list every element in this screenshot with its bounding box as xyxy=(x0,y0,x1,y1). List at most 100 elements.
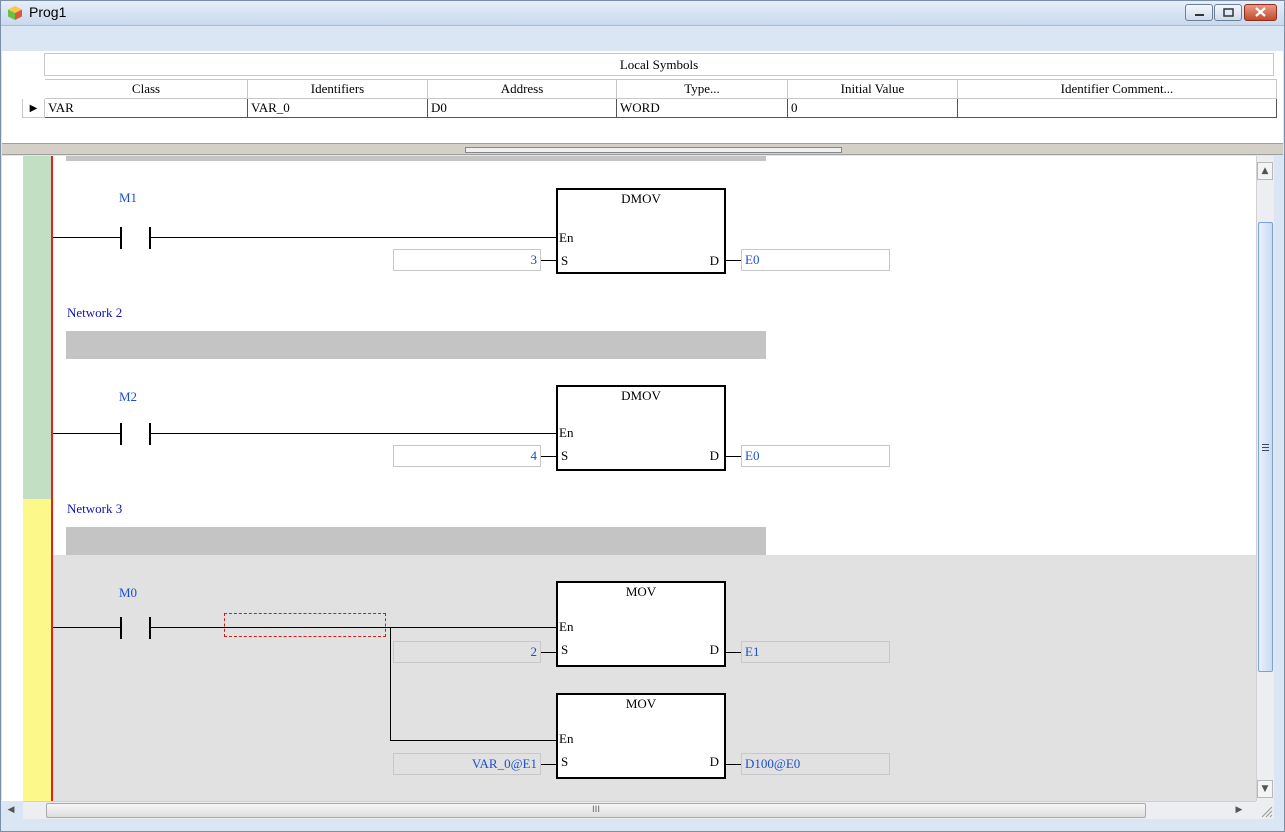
pin-en: En xyxy=(559,731,574,746)
pin-wire xyxy=(541,456,556,457)
cell-initial-value[interactable]: 0 xyxy=(787,98,958,118)
cell-comment[interactable] xyxy=(957,98,1277,118)
rung-gutter xyxy=(2,156,23,801)
function-block-name: DMOV xyxy=(621,191,661,206)
left-power-rail xyxy=(51,156,53,801)
operand-d-input[interactable]: D100@E0 xyxy=(741,753,890,775)
grip-icon xyxy=(1262,444,1269,451)
cell-address[interactable]: D0 xyxy=(427,98,617,118)
operand-s-input[interactable]: 2 xyxy=(393,641,541,663)
pin-wire xyxy=(726,260,741,261)
operand-s-input[interactable]: 3 xyxy=(393,249,541,271)
scroll-up-icon[interactable]: ▲ xyxy=(1257,162,1273,180)
vertical-scroll-thumb[interactable] xyxy=(1258,222,1273,672)
contact-m2-right[interactable] xyxy=(149,423,151,445)
pin-s: S xyxy=(561,642,569,657)
splitter-grip[interactable] xyxy=(465,147,842,161)
panel-splitter[interactable] xyxy=(2,143,1283,161)
column-header-type[interactable]: Type... xyxy=(616,79,788,99)
function-block-dmov-1[interactable]: DMOV En S D xyxy=(556,188,726,274)
table-header-row: Class Identifiers Address Type... Initia… xyxy=(22,79,1277,99)
column-header-address[interactable]: Address xyxy=(427,79,617,99)
function-block-name: DMOV xyxy=(621,388,661,403)
rung-wire xyxy=(53,237,120,238)
operand-s-input[interactable]: 4 xyxy=(393,445,541,467)
pin-d: D xyxy=(709,448,719,463)
branch-wire xyxy=(390,627,391,741)
rung-wire xyxy=(151,237,557,238)
pin-wire xyxy=(726,652,741,653)
edit-cursor[interactable] xyxy=(224,613,386,637)
contact-m0-right[interactable] xyxy=(149,617,151,639)
local-symbols-table: Class Identifiers Address Type... Initia… xyxy=(22,79,1277,118)
column-header-identifier-comment[interactable]: Identifier Comment... xyxy=(957,79,1277,99)
pin-s: S xyxy=(561,253,569,268)
scroll-left-icon[interactable]: ◀ xyxy=(3,802,19,820)
rung-wire xyxy=(53,627,120,628)
close-button[interactable] xyxy=(1244,4,1277,21)
maximize-icon xyxy=(1223,8,1234,17)
vertical-scrollbar[interactable]: ▲ ▼ xyxy=(1256,156,1274,801)
row-selector-header xyxy=(22,79,45,99)
function-block-mov-2[interactable]: MOV En S D xyxy=(556,693,726,779)
pin-wire xyxy=(541,260,556,261)
operand-d-input[interactable]: E0 xyxy=(741,249,890,271)
contact-label-m2[interactable]: M2 xyxy=(119,389,137,405)
operand-d-input[interactable]: E1 xyxy=(741,641,890,663)
operand-d-input[interactable]: E0 xyxy=(741,445,890,467)
cell-type[interactable]: WORD xyxy=(616,98,788,118)
pin-s: S xyxy=(561,448,569,463)
operand-s-input[interactable]: VAR_0@E1 xyxy=(393,753,541,775)
network-2-comment-bar[interactable] xyxy=(66,331,766,359)
network-3-comment-bar[interactable] xyxy=(66,527,766,555)
pin-wire xyxy=(541,764,556,765)
title-bar[interactable]: Prog1 xyxy=(1,1,1284,26)
resize-grip-icon[interactable] xyxy=(1256,801,1274,819)
column-header-identifiers[interactable]: Identifiers xyxy=(247,79,428,99)
modified-network-marker xyxy=(23,499,51,801)
column-header-class[interactable]: Class xyxy=(44,79,248,99)
scroll-right-icon[interactable]: ▶ xyxy=(1231,802,1247,820)
rung-wire xyxy=(53,433,120,434)
network-3-label[interactable]: Network 3 xyxy=(67,501,122,517)
pin-en: En xyxy=(559,425,574,440)
pin-wire xyxy=(726,764,741,765)
cell-class[interactable]: VAR xyxy=(44,98,248,118)
rung-wire xyxy=(151,433,557,434)
contact-label-m1[interactable]: M1 xyxy=(119,190,137,206)
contact-m0-left[interactable] xyxy=(120,617,122,639)
pin-wire xyxy=(726,456,741,457)
network-1-comment-bar[interactable] xyxy=(66,156,766,161)
contact-m2-left[interactable] xyxy=(120,423,122,445)
contact-m1-right[interactable] xyxy=(149,227,151,249)
function-block-name: MOV xyxy=(625,584,657,599)
size-grip-icon xyxy=(1261,806,1273,818)
contact-m1-left[interactable] xyxy=(120,227,122,249)
table-row[interactable]: ▶ VAR VAR_0 D0 WORD 0 xyxy=(22,98,1277,118)
pin-d: D xyxy=(709,253,719,268)
branch-wire xyxy=(390,740,557,741)
pin-s: S xyxy=(561,754,569,769)
scroll-down-icon[interactable]: ▼ xyxy=(1257,780,1273,798)
function-block-dmov-2[interactable]: DMOV En S D xyxy=(556,385,726,471)
horizontal-scrollbar[interactable]: ◀ III ▶ xyxy=(8,801,1256,820)
horizontal-scroll-thumb[interactable]: III xyxy=(46,803,1146,818)
row-pointer-icon: ▶ xyxy=(22,98,45,118)
program-window: Prog1 Local Symbols Class Identifiers Ad… xyxy=(0,0,1285,832)
pin-en: En xyxy=(559,230,574,245)
network-2-label[interactable]: Network 2 xyxy=(67,305,122,321)
pin-d: D xyxy=(709,642,719,657)
function-block-name: MOV xyxy=(625,696,657,711)
pin-d: D xyxy=(709,754,719,769)
function-block-mov-1[interactable]: MOV En S D xyxy=(556,581,726,667)
cell-identifier[interactable]: VAR_0 xyxy=(247,98,428,118)
close-icon xyxy=(1255,7,1266,17)
window-title: Prog1 xyxy=(29,4,67,20)
contact-label-m0[interactable]: M0 xyxy=(119,585,137,601)
minimize-icon xyxy=(1195,14,1204,16)
minimize-button[interactable] xyxy=(1185,4,1213,21)
column-header-initial-value[interactable]: Initial Value xyxy=(787,79,958,99)
local-symbols-title: Local Symbols xyxy=(44,53,1274,76)
pin-wire xyxy=(541,652,556,653)
maximize-button[interactable] xyxy=(1214,4,1242,21)
